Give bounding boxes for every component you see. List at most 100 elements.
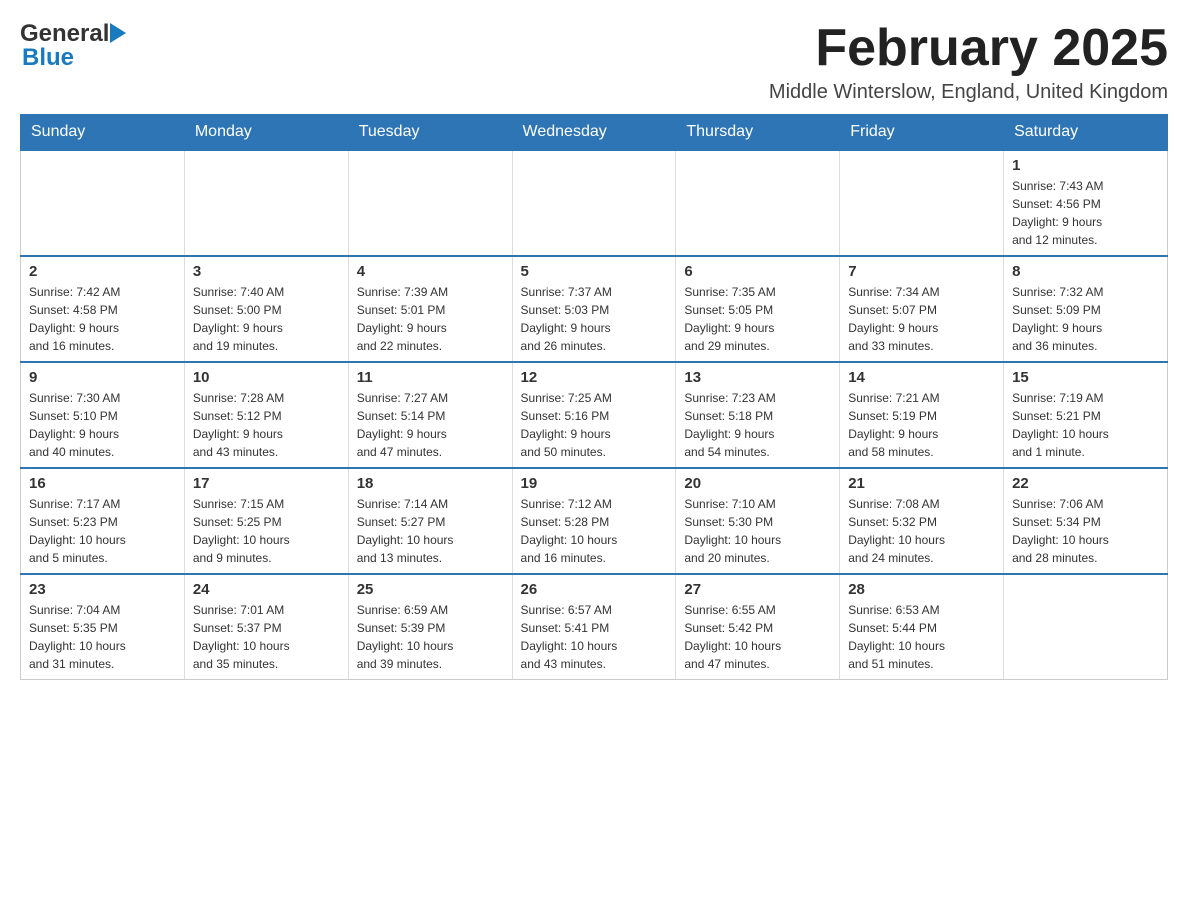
column-header-sunday: Sunday bbox=[21, 115, 185, 151]
calendar-cell: 1Sunrise: 7:43 AM Sunset: 4:56 PM Daylig… bbox=[1004, 150, 1168, 256]
day-info: Sunrise: 7:01 AM Sunset: 5:37 PM Dayligh… bbox=[193, 601, 340, 673]
day-info: Sunrise: 7:42 AM Sunset: 4:58 PM Dayligh… bbox=[29, 283, 176, 355]
day-info: Sunrise: 7:04 AM Sunset: 5:35 PM Dayligh… bbox=[29, 601, 176, 673]
calendar-cell: 24 Sunrise: 7:01 AM Sunset: 5:37 PM Dayli… bbox=[184, 574, 348, 680]
day-info: Sunrise: 6:55 AM Sunset: 5:42 PM Dayligh… bbox=[684, 601, 831, 673]
calendar-header-row: SundayMondayTuesdayWednesdayThursdayFrid… bbox=[21, 115, 1168, 151]
day-info: Sunrise: 7:14 AM Sunset: 5:27 PM Dayligh… bbox=[357, 495, 504, 567]
column-header-friday: Friday bbox=[840, 115, 1004, 151]
day-number: 23 bbox=[29, 581, 176, 598]
day-number: 16 bbox=[29, 475, 176, 492]
day-number: 22 bbox=[1012, 475, 1159, 492]
day-info: Sunrise: 6:53 AM Sunset: 5:44 PM Dayligh… bbox=[848, 601, 995, 673]
location-subtitle: Middle Winterslow, England, United Kingd… bbox=[769, 81, 1168, 104]
calendar-cell bbox=[676, 150, 840, 256]
day-info: Sunrise: 7:15 AM Sunset: 5:25 PM Dayligh… bbox=[193, 495, 340, 567]
day-number: 2 bbox=[29, 263, 176, 280]
calendar-cell: 7 Sunrise: 7:34 AM Sunset: 5:07 PM Daylig… bbox=[840, 256, 1004, 362]
calendar-cell bbox=[21, 150, 185, 256]
week-row-3: 9 Sunrise: 7:30 AM Sunset: 5:10 PM Daylig… bbox=[21, 362, 1168, 468]
column-header-saturday: Saturday bbox=[1004, 115, 1168, 151]
day-number: 14 bbox=[848, 369, 995, 386]
calendar-cell: 16 Sunrise: 7:17 AM Sunset: 5:23 PM Dayli… bbox=[21, 468, 185, 574]
calendar-cell: 21 Sunrise: 7:08 AM Sunset: 5:32 PM Dayli… bbox=[840, 468, 1004, 574]
day-number: 7 bbox=[848, 263, 995, 280]
calendar-cell: 2 Sunrise: 7:42 AM Sunset: 4:58 PM Daylig… bbox=[21, 256, 185, 362]
calendar-cell: 4 Sunrise: 7:39 AM Sunset: 5:01 PM Daylig… bbox=[348, 256, 512, 362]
calendar-cell: 3 Sunrise: 7:40 AM Sunset: 5:00 PM Daylig… bbox=[184, 256, 348, 362]
calendar-cell bbox=[348, 150, 512, 256]
day-number: 11 bbox=[357, 369, 504, 386]
day-info: Sunrise: 7:08 AM Sunset: 5:32 PM Dayligh… bbox=[848, 495, 995, 567]
logo: General Blue bbox=[20, 20, 127, 72]
day-info: Sunrise: 7:19 AM Sunset: 5:21 PM Dayligh… bbox=[1012, 389, 1159, 461]
day-info: Sunrise: 7:32 AM Sunset: 5:09 PM Dayligh… bbox=[1012, 283, 1159, 355]
day-info: Sunrise: 7:12 AM Sunset: 5:28 PM Dayligh… bbox=[521, 495, 668, 567]
calendar-cell: 5 Sunrise: 7:37 AM Sunset: 5:03 PM Daylig… bbox=[512, 256, 676, 362]
column-header-wednesday: Wednesday bbox=[512, 115, 676, 151]
page-header: General Blue February 2025 Middle Winter… bbox=[20, 20, 1168, 104]
day-number: 1 bbox=[1012, 157, 1159, 174]
calendar-cell: 8 Sunrise: 7:32 AM Sunset: 5:09 PM Daylig… bbox=[1004, 256, 1168, 362]
day-number: 9 bbox=[29, 369, 176, 386]
calendar-cell: 12 Sunrise: 7:25 AM Sunset: 5:16 PM Dayli… bbox=[512, 362, 676, 468]
logo-blue-text: Blue bbox=[20, 44, 74, 72]
calendar-cell: 20 Sunrise: 7:10 AM Sunset: 5:30 PM Dayli… bbox=[676, 468, 840, 574]
calendar-cell: 14 Sunrise: 7:21 AM Sunset: 5:19 PM Dayli… bbox=[840, 362, 1004, 468]
day-info: Sunrise: 6:59 AM Sunset: 5:39 PM Dayligh… bbox=[357, 601, 504, 673]
day-number: 10 bbox=[193, 369, 340, 386]
calendar-cell bbox=[1004, 574, 1168, 680]
day-number: 12 bbox=[521, 369, 668, 386]
calendar-cell: 9 Sunrise: 7:30 AM Sunset: 5:10 PM Daylig… bbox=[21, 362, 185, 468]
calendar-cell: 22 Sunrise: 7:06 AM Sunset: 5:34 PM Dayli… bbox=[1004, 468, 1168, 574]
day-info: Sunrise: 7:39 AM Sunset: 5:01 PM Dayligh… bbox=[357, 283, 504, 355]
day-number: 13 bbox=[684, 369, 831, 386]
calendar-cell: 19Sunrise: 7:12 AM Sunset: 5:28 PM Dayli… bbox=[512, 468, 676, 574]
day-info: Sunrise: 7:17 AM Sunset: 5:23 PM Dayligh… bbox=[29, 495, 176, 567]
day-info: Sunrise: 7:40 AM Sunset: 5:00 PM Dayligh… bbox=[193, 283, 340, 355]
day-info: Sunrise: 7:30 AM Sunset: 5:10 PM Dayligh… bbox=[29, 389, 176, 461]
day-number: 18 bbox=[357, 475, 504, 492]
column-header-tuesday: Tuesday bbox=[348, 115, 512, 151]
day-number: 15 bbox=[1012, 369, 1159, 386]
calendar-cell: 23 Sunrise: 7:04 AM Sunset: 5:35 PM Dayli… bbox=[21, 574, 185, 680]
day-number: 27 bbox=[684, 581, 831, 598]
day-info: Sunrise: 7:28 AM Sunset: 5:12 PM Dayligh… bbox=[193, 389, 340, 461]
calendar-cell: 17Sunrise: 7:15 AM Sunset: 5:25 PM Dayli… bbox=[184, 468, 348, 574]
day-number: 24 bbox=[193, 581, 340, 598]
day-info: Sunrise: 7:25 AM Sunset: 5:16 PM Dayligh… bbox=[521, 389, 668, 461]
day-info: Sunrise: 7:06 AM Sunset: 5:34 PM Dayligh… bbox=[1012, 495, 1159, 567]
column-header-thursday: Thursday bbox=[676, 115, 840, 151]
day-number: 8 bbox=[1012, 263, 1159, 280]
calendar-cell: 18 Sunrise: 7:14 AM Sunset: 5:27 PM Dayli… bbox=[348, 468, 512, 574]
day-number: 3 bbox=[193, 263, 340, 280]
column-header-monday: Monday bbox=[184, 115, 348, 151]
calendar-cell: 27 Sunrise: 6:55 AM Sunset: 5:42 PM Dayli… bbox=[676, 574, 840, 680]
month-title: February 2025 bbox=[769, 20, 1168, 77]
calendar-table: SundayMondayTuesdayWednesdayThursdayFrid… bbox=[20, 114, 1168, 680]
day-info: Sunrise: 7:35 AM Sunset: 5:05 PM Dayligh… bbox=[684, 283, 831, 355]
day-info: Sunrise: 6:57 AM Sunset: 5:41 PM Dayligh… bbox=[521, 601, 668, 673]
week-row-1: 1Sunrise: 7:43 AM Sunset: 4:56 PM Daylig… bbox=[21, 150, 1168, 256]
calendar-cell bbox=[184, 150, 348, 256]
calendar-cell: 26Sunrise: 6:57 AM Sunset: 5:41 PM Dayli… bbox=[512, 574, 676, 680]
day-info: Sunrise: 7:34 AM Sunset: 5:07 PM Dayligh… bbox=[848, 283, 995, 355]
logo-arrow-icon bbox=[110, 23, 126, 43]
calendar-cell: 15 Sunrise: 7:19 AM Sunset: 5:21 PM Dayli… bbox=[1004, 362, 1168, 468]
day-number: 21 bbox=[848, 475, 995, 492]
calendar-cell: 28Sunrise: 6:53 AM Sunset: 5:44 PM Dayli… bbox=[840, 574, 1004, 680]
title-area: February 2025 Middle Winterslow, England… bbox=[769, 20, 1168, 104]
day-info: Sunrise: 7:21 AM Sunset: 5:19 PM Dayligh… bbox=[848, 389, 995, 461]
day-info: Sunrise: 7:27 AM Sunset: 5:14 PM Dayligh… bbox=[357, 389, 504, 461]
day-info: Sunrise: 7:37 AM Sunset: 5:03 PM Dayligh… bbox=[521, 283, 668, 355]
calendar-cell: 25Sunrise: 6:59 AM Sunset: 5:39 PM Dayli… bbox=[348, 574, 512, 680]
day-number: 6 bbox=[684, 263, 831, 280]
day-info: Sunrise: 7:10 AM Sunset: 5:30 PM Dayligh… bbox=[684, 495, 831, 567]
week-row-2: 2 Sunrise: 7:42 AM Sunset: 4:58 PM Daylig… bbox=[21, 256, 1168, 362]
calendar-cell: 13Sunrise: 7:23 AM Sunset: 5:18 PM Dayli… bbox=[676, 362, 840, 468]
week-row-4: 16 Sunrise: 7:17 AM Sunset: 5:23 PM Dayli… bbox=[21, 468, 1168, 574]
day-number: 20 bbox=[684, 475, 831, 492]
day-number: 4 bbox=[357, 263, 504, 280]
day-number: 5 bbox=[521, 263, 668, 280]
calendar-cell bbox=[840, 150, 1004, 256]
